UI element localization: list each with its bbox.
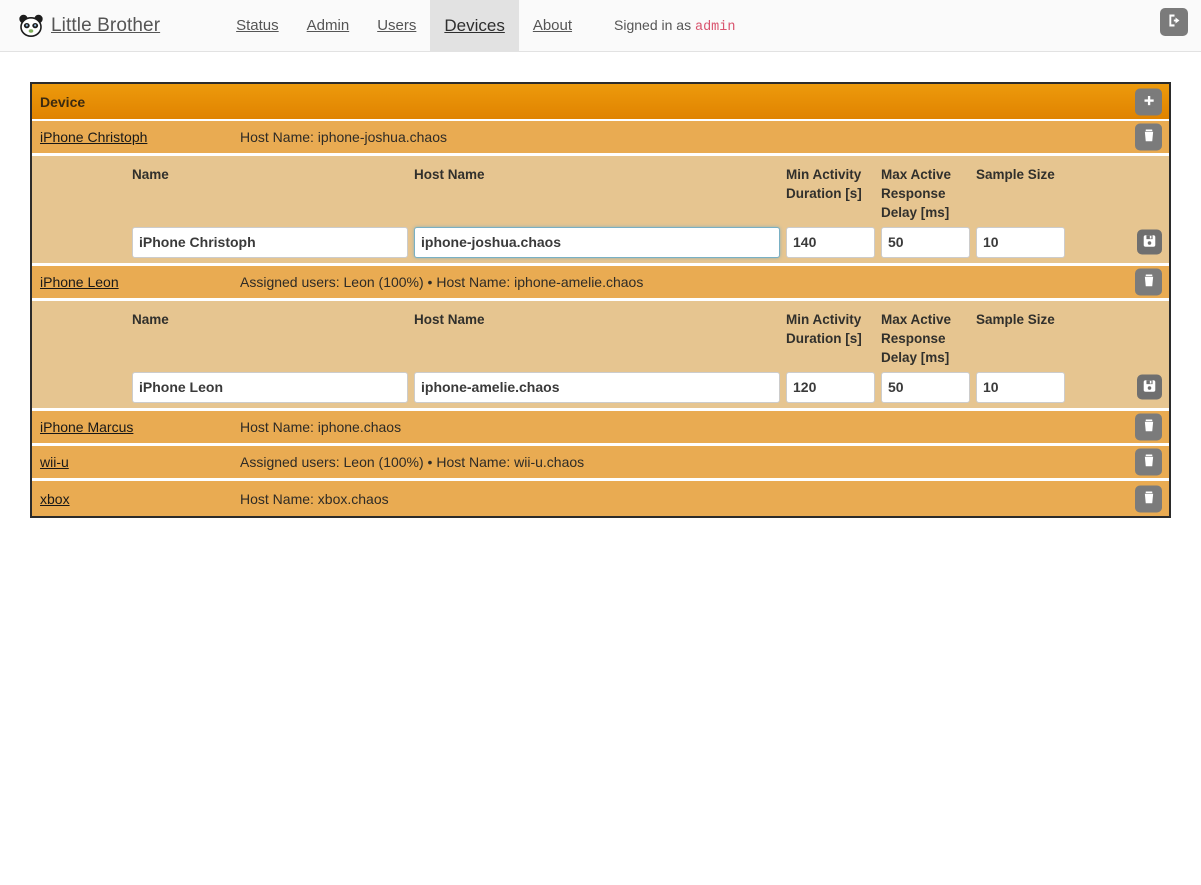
sample-size-input[interactable]	[976, 371, 1065, 403]
delete-device-button[interactable]	[1135, 413, 1162, 441]
save-icon	[1141, 232, 1158, 252]
trash-icon	[1140, 417, 1158, 438]
device-meta: Host Name: iphone-joshua.chaos	[240, 129, 448, 145]
device-name-input[interactable]	[132, 371, 408, 403]
device-name-link[interactable]: iPhone Leon	[40, 274, 240, 290]
signed-in-status: Signed in as admin	[614, 17, 735, 35]
logout-button[interactable]	[1160, 8, 1188, 36]
col-header-min-activity: Min Activity Duration [s]	[786, 312, 862, 346]
sample-size-input[interactable]	[976, 226, 1065, 258]
edit-header-row: Name Host Name Min Activity Duration [s]…	[32, 301, 1169, 366]
device-meta: Assigned users: Leon (100%) • Host Name:…	[240, 454, 585, 470]
trash-icon	[1140, 127, 1158, 148]
logout-icon	[1166, 12, 1183, 32]
add-device-button[interactable]	[1135, 88, 1162, 115]
device-row[interactable]: iPhone Leon Assigned users: Leon (100%) …	[32, 266, 1169, 301]
nav-link-users[interactable]: Users	[363, 0, 430, 52]
device-meta: Host Name: xbox.chaos	[240, 490, 389, 507]
delete-device-button[interactable]	[1135, 268, 1162, 296]
page-body: Device iPhone Christoph Host Name: iphon…	[0, 52, 1201, 548]
plus-icon	[1140, 91, 1158, 112]
device-host-name-input[interactable]	[414, 371, 780, 403]
min-activity-duration-input[interactable]	[786, 371, 875, 403]
max-active-response-delay-input[interactable]	[881, 226, 970, 258]
delete-device-button[interactable]	[1135, 448, 1162, 476]
panda-icon	[18, 13, 44, 39]
save-device-button[interactable]	[1137, 374, 1162, 400]
device-edit-block: Name Host Name Min Activity Duration [s]…	[32, 156, 1169, 266]
col-header-max-active: Max Active Response Delay [ms]	[881, 167, 952, 220]
device-row[interactable]: xbox Host Name: xbox.chaos	[32, 481, 1169, 516]
delete-device-button[interactable]	[1135, 123, 1162, 151]
device-panel-header: Device	[32, 84, 1169, 121]
device-edit-block: Name Host Name Min Activity Duration [s]…	[32, 301, 1169, 411]
col-header-sample-size: Sample Size	[976, 167, 1055, 182]
edit-header-row: Name Host Name Min Activity Duration [s]…	[32, 156, 1169, 221]
col-header-max-active: Max Active Response Delay [ms]	[881, 312, 952, 365]
device-meta: Host Name: iphone.chaos	[240, 419, 402, 435]
col-header-name: Name	[132, 167, 169, 182]
delete-device-button[interactable]	[1135, 485, 1162, 512]
device-name-link[interactable]: iPhone Christoph	[40, 129, 240, 145]
device-name-input[interactable]	[132, 226, 408, 258]
col-header-sample-size: Sample Size	[976, 312, 1055, 327]
max-active-response-delay-input[interactable]	[881, 371, 970, 403]
device-panel: Device iPhone Christoph Host Name: iphon…	[30, 82, 1171, 518]
nav-link-devices[interactable]: Devices	[430, 0, 519, 52]
nav-links: Status Admin Users Devices About	[222, 0, 586, 52]
col-header-name: Name	[132, 312, 169, 327]
trash-icon	[1140, 272, 1158, 293]
panel-title: Device	[40, 93, 86, 110]
nav-link-admin[interactable]: Admin	[293, 0, 364, 52]
top-navbar: Little Brother Status Admin Users Device…	[0, 0, 1201, 52]
save-device-button[interactable]	[1137, 229, 1162, 255]
device-name-link[interactable]: xbox	[40, 491, 240, 507]
device-name-link[interactable]: iPhone Marcus	[40, 419, 240, 435]
trash-icon	[1140, 452, 1158, 473]
trash-icon	[1140, 488, 1158, 509]
device-row[interactable]: wii-u Assigned users: Leon (100%) • Host…	[32, 446, 1169, 481]
brand-link[interactable]: Little Brother	[18, 13, 160, 39]
device-row[interactable]: iPhone Marcus Host Name: iphone.chaos	[32, 411, 1169, 446]
device-meta: Assigned users: Leon (100%) • Host Name:…	[240, 274, 644, 290]
edit-input-row	[32, 221, 1169, 266]
device-host-name-input[interactable]	[414, 226, 780, 258]
brand-label: Little Brother	[51, 14, 161, 36]
device-row[interactable]: iPhone Christoph Host Name: iphone-joshu…	[32, 121, 1169, 156]
nav-link-about[interactable]: About	[519, 0, 586, 52]
device-name-link[interactable]: wii-u	[40, 454, 240, 470]
signed-in-username: admin	[694, 19, 736, 35]
col-header-host-name: Host Name	[414, 167, 485, 182]
nav-link-status[interactable]: Status	[222, 0, 293, 52]
edit-input-row	[32, 366, 1169, 411]
signed-in-label: Signed in as	[614, 16, 692, 33]
col-header-min-activity: Min Activity Duration [s]	[786, 167, 862, 201]
col-header-host-name: Host Name	[414, 312, 485, 327]
save-icon	[1141, 377, 1158, 397]
min-activity-duration-input[interactable]	[786, 226, 875, 258]
